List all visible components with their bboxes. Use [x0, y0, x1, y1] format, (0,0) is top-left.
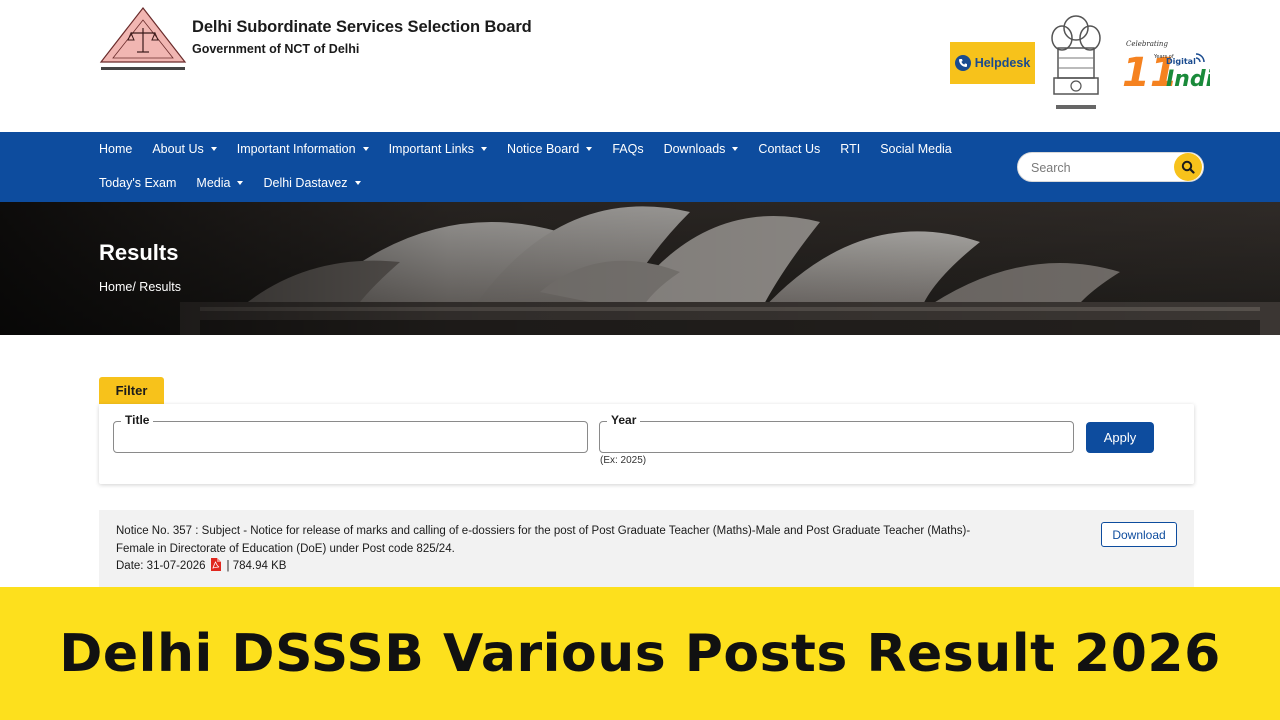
chevron-down-icon [481, 147, 488, 151]
nav-home[interactable]: Home [99, 142, 132, 156]
title-field [113, 421, 588, 453]
notice-text: Notice No. 357 : Subject - Notice for re… [116, 525, 971, 555]
promo-headline: Delhi DSSSB Various Posts Result 2026 [59, 623, 1221, 684]
nav-about-us[interactable]: About Us [152, 142, 217, 156]
nav-contact-us[interactable]: Contact Us [758, 142, 820, 156]
national-emblem [1051, 15, 1101, 109]
chevron-down-icon [237, 181, 244, 185]
site-header: Delhi Subordinate Services Selection Boa… [0, 0, 1280, 132]
nav-social-media[interactable]: Social Media [880, 142, 952, 156]
chevron-down-icon [732, 147, 739, 151]
phone-icon [954, 55, 971, 71]
title-label: Title [121, 413, 154, 427]
year-field [599, 421, 1074, 453]
digital-india-india: India [1166, 67, 1210, 92]
nav-rti[interactable]: RTI [840, 142, 860, 156]
search-input[interactable] [1031, 159, 1181, 177]
digital-india-logo: 11 India Celebrating Years of Digital [1122, 40, 1210, 96]
nav-important-information[interactable]: Important Information [237, 142, 369, 156]
chevron-down-icon [210, 147, 217, 151]
promo-banner: Delhi DSSSB Various Posts Result 2026 [0, 587, 1280, 720]
nav-downloads[interactable]: Downloads [664, 142, 739, 156]
nav-delhi-dastavez[interactable]: Delhi Dastavez [263, 176, 361, 190]
title-input[interactable] [122, 430, 577, 448]
dsssb-logo[interactable] [99, 6, 187, 78]
org-title: Delhi Subordinate Services Selection Boa… [192, 18, 532, 36]
page-title: Results [99, 240, 179, 265]
notice-file-size: | 784.94 KB [226, 560, 287, 572]
org-subtitle: Government of NCT of Delhi [192, 42, 360, 56]
chevron-down-icon [586, 147, 593, 151]
year-input[interactable] [608, 430, 1063, 448]
nav-row-primary: Home About Us Important Information Impo… [99, 139, 972, 159]
chevron-down-icon [362, 147, 369, 151]
nav-row-secondary: Today's Exam Media Delhi Dastavez [99, 173, 381, 193]
year-hint: (Ex: 2025) [600, 455, 647, 466]
notice-date: Date: 31-07-2026 [116, 560, 206, 572]
breadcrumb[interactable]: Home/ Results [99, 280, 181, 294]
apply-button[interactable]: Apply [1086, 422, 1154, 453]
filter-tab[interactable]: Filter [99, 377, 164, 404]
nav-faqs[interactable]: FAQs [612, 142, 643, 156]
digital-india-celebrating: Celebrating [1126, 40, 1168, 48]
digital-india-digital: Digital [1166, 57, 1196, 66]
chevron-down-icon [354, 181, 361, 185]
download-button[interactable]: Download [1101, 522, 1177, 547]
year-label: Year [607, 413, 641, 427]
search-button[interactable] [1174, 153, 1202, 181]
helpdesk-button[interactable]: Helpdesk [950, 42, 1035, 84]
notice-meta: Date: 31-07-2026 | 784.94 KB [116, 558, 286, 574]
nav-todays-exam[interactable]: Today's Exam [99, 176, 176, 190]
helpdesk-label: Helpdesk [974, 56, 1031, 70]
nav-important-links[interactable]: Important Links [389, 142, 488, 156]
pdf-icon[interactable] [210, 558, 221, 574]
nav-media[interactable]: Media [196, 176, 244, 190]
lotus-temple-image [0, 202, 1280, 335]
search-icon [1181, 160, 1195, 174]
nav-notice-board[interactable]: Notice Board [507, 142, 593, 156]
page-banner [0, 202, 1280, 335]
